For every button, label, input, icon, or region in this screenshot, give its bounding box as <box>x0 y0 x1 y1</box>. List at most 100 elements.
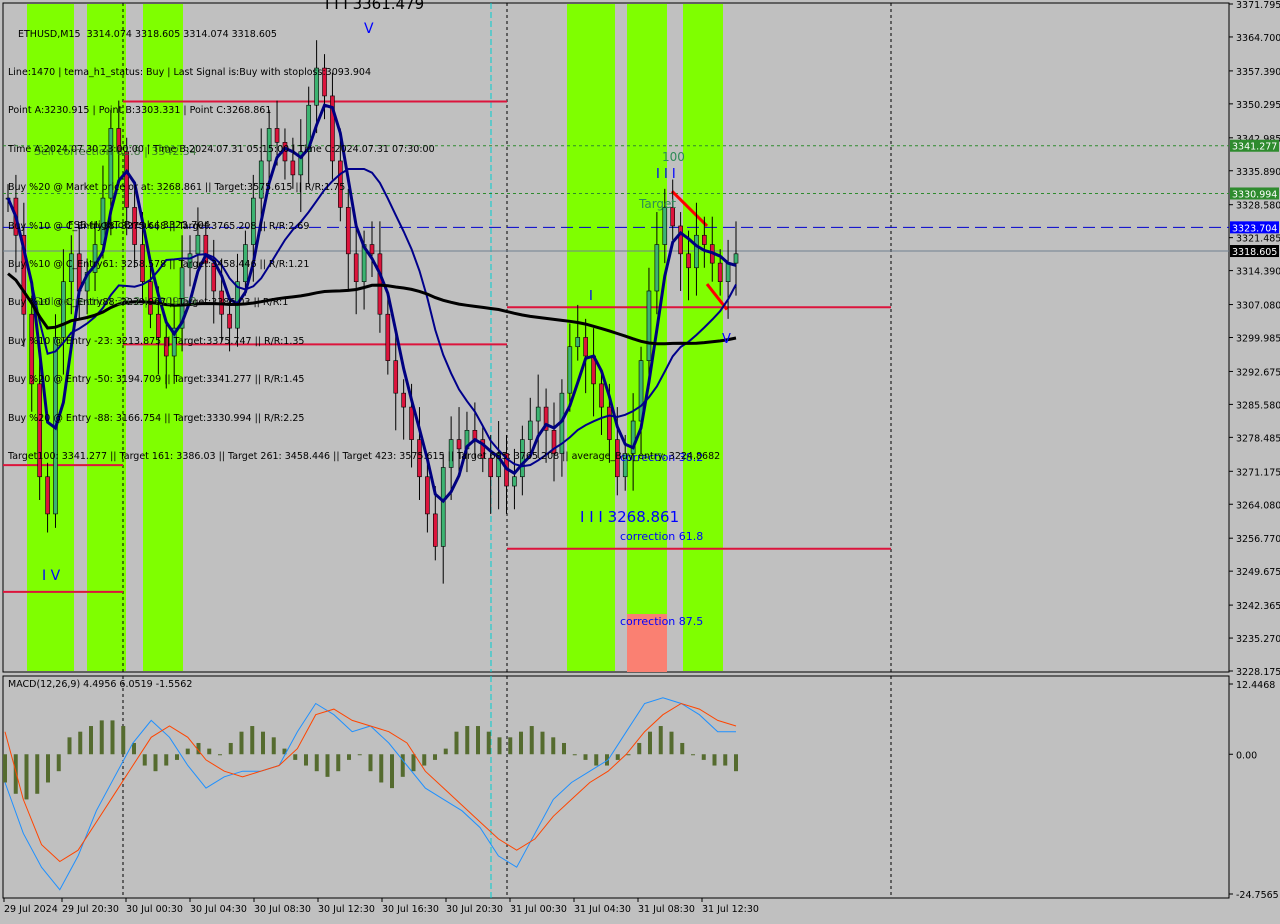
macd-histogram-bar <box>56 754 61 772</box>
candle-body <box>725 262 731 282</box>
macd-histogram-bar <box>626 754 631 756</box>
price-tick-label: 3264.080 <box>1236 500 1280 511</box>
macd-panel <box>2 675 1230 899</box>
macd-histogram-bar <box>314 754 319 772</box>
info-line: Time A:2024.07.30 23:00:00 | Time B:2024… <box>8 143 435 155</box>
candle-body <box>433 513 438 547</box>
time-tick-label: 31 Jul 00:30 <box>510 904 567 915</box>
time-tick-label: 29 Jul 2024 <box>4 904 58 915</box>
price-tick-label: 3249.675 <box>1236 567 1280 578</box>
macd-tick-label: -24.7565 <box>1236 890 1279 901</box>
price-marker-label: 3323.704 <box>1232 223 1277 234</box>
macd-histogram-bar <box>24 754 29 800</box>
macd-label: MACD(12,26,9) 4.4956 6.0519 -1.5562 <box>8 679 192 690</box>
price-tick-label: 3314.390 <box>1236 267 1280 278</box>
macd-histogram-bar <box>476 726 480 755</box>
macd-histogram-bar <box>207 748 212 755</box>
macd-histogram-bar <box>637 742 642 755</box>
macd-histogram-bar <box>551 737 556 755</box>
macd-histogram-bar <box>454 731 459 755</box>
wave-v2-label: V <box>722 332 731 347</box>
point-c-label: I I I 3268.861 <box>580 508 679 526</box>
macd-histogram-bar <box>411 754 416 772</box>
macd-histogram-bar <box>347 754 351 760</box>
time-tick-label: 30 Jul 16:30 <box>382 904 439 915</box>
info-line: Line:1470 | tema_h1_status: Buy | Last S… <box>8 66 371 78</box>
macd-histogram-bar <box>572 754 577 756</box>
macd-histogram-bar <box>228 742 233 755</box>
price-tick-label: 3285.580 <box>1236 400 1280 411</box>
price-tick-label: 3292.675 <box>1236 367 1280 378</box>
price-marker-label: 3318.605 <box>1232 247 1277 258</box>
macd-histogram-bar <box>508 737 513 755</box>
time-tick-label: 31 Jul 04:30 <box>574 904 631 915</box>
info-line: Buy %20 @ Entry -50: 3194.709 || Target:… <box>8 374 305 386</box>
info-line: Buy %10 @ C_Entry38: 3275.668 || Target:… <box>8 220 310 232</box>
macd-histogram-bar <box>594 754 599 766</box>
macd-histogram-bar <box>465 726 470 755</box>
macd-histogram-bar <box>46 754 50 783</box>
macd-histogram-bar <box>669 731 674 755</box>
price-tick-label: 3364.700 <box>1236 33 1280 44</box>
macd-histogram-bar <box>400 754 405 777</box>
macd-histogram-bar <box>583 754 588 760</box>
info-line: Buy %10 @ Entry -23: 3213.875 || Target:… <box>8 335 305 347</box>
correction-618-label: correction 61.8 <box>620 530 703 543</box>
info-panel: ETHUSD,M15 3314.074 3318.605 3314.074 33… <box>8 3 720 489</box>
macd-histogram-bar <box>89 726 93 755</box>
time-tick-label: 29 Jul 20:30 <box>62 904 119 915</box>
macd-histogram-bar <box>132 742 136 755</box>
macd-tick-label: 0.00 <box>1236 750 1257 761</box>
info-line: Target100: 3341.277 || Target 161: 3386.… <box>8 450 721 462</box>
info-line: Buy %10 @ C_Entry61: 3258.578 || Target:… <box>8 258 310 270</box>
price-tick-label: 3371.795 <box>1236 0 1280 11</box>
time-tick-label: 30 Jul 12:30 <box>318 904 375 915</box>
macd-histogram-bar <box>390 754 394 789</box>
macd-histogram-bar <box>175 754 179 760</box>
price-tick-label: 3328.580 <box>1236 201 1280 212</box>
macd-histogram-bar <box>164 754 169 766</box>
time-tick-label: 30 Jul 08:30 <box>254 904 311 915</box>
price-marker-label: 3330.994 <box>1232 189 1277 200</box>
price-tick-label: 3242.365 <box>1236 601 1280 612</box>
price-tick-label: 3235.270 <box>1236 634 1280 645</box>
macd-histogram-bar <box>701 754 706 760</box>
macd-histogram-bar <box>368 754 373 772</box>
correction-875-label: correction 87.5 <box>620 615 703 628</box>
macd-histogram-bar <box>78 731 83 755</box>
price-tick-label: 3299.985 <box>1236 334 1280 345</box>
macd-histogram-bar <box>185 748 190 755</box>
macd-histogram-bar <box>379 754 384 783</box>
macd-histogram-bar <box>293 754 298 760</box>
macd-histogram-bar <box>239 731 244 755</box>
price-tick-label: 3228.175 <box>1236 667 1280 678</box>
macd-histogram-bar <box>3 754 7 783</box>
price-tick-label: 3350.295 <box>1236 100 1280 111</box>
price-tick-label: 3335.890 <box>1236 167 1280 178</box>
macd-histogram-bar <box>336 754 341 772</box>
time-tick-label: 30 Jul 00:30 <box>126 904 183 915</box>
price-tick-label: 3321.485 <box>1236 234 1280 245</box>
time-tick-label: 30 Jul 04:30 <box>190 904 247 915</box>
macd-histogram-bar <box>691 754 695 756</box>
wave-iv-label: I V <box>42 568 61 584</box>
macd-histogram-bar <box>142 754 147 766</box>
macd-histogram-bar <box>540 731 545 755</box>
info-line: Point A:3230.915 | Point B:3303.331 | Po… <box>8 105 272 117</box>
macd-histogram-bar <box>153 754 158 772</box>
macd-histogram-bar <box>325 754 330 777</box>
macd-histogram-bar <box>218 754 222 756</box>
macd-histogram-bar <box>680 742 685 755</box>
macd-histogram-bar <box>529 726 534 755</box>
info-line: Buy %20 @ Entry -88: 3166.754 || Target:… <box>8 412 305 424</box>
macd-histogram-bar <box>433 754 437 760</box>
macd-histogram-bar <box>519 731 523 755</box>
chart-title: ETHUSD,M15 3314.074 3318.605 3314.074 33… <box>18 28 277 40</box>
macd-histogram-bar <box>497 737 502 755</box>
macd-histogram-bar <box>723 754 728 766</box>
trading-chart[interactable]: 3371.795 3364.700 3357.390 3350.295 3342.985… <box>0 0 1280 920</box>
macd-histogram-bar <box>712 754 717 766</box>
price-tick-label: 3357.390 <box>1236 67 1280 78</box>
macd-histogram-bar <box>13 754 18 794</box>
macd-histogram-bar <box>486 731 491 755</box>
